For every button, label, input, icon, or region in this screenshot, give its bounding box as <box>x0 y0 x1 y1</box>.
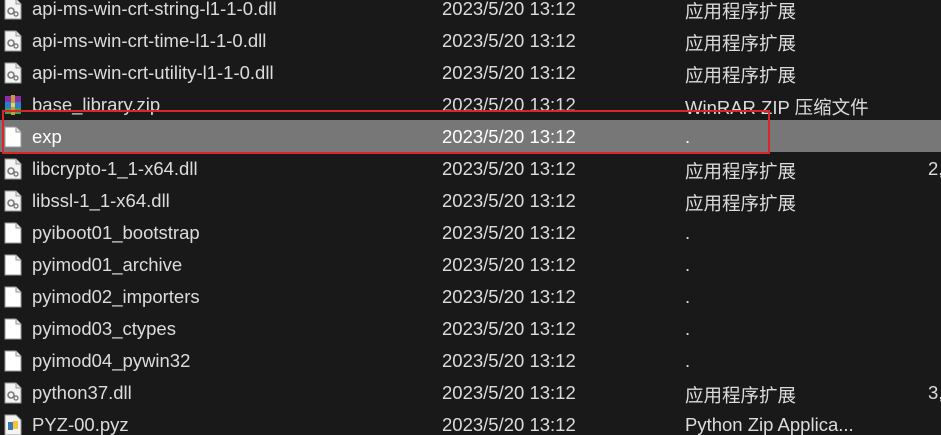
file-row[interactable]: api-ms-win-crt-utility-l1-1-0.dll 2023/5… <box>0 56 941 88</box>
file-row[interactable]: pyiboot01_bootstrap 2023/5/20 13:12 . <box>0 216 941 248</box>
dll-file-icon <box>4 0 22 20</box>
python-file-icon <box>4 414 22 435</box>
blank-file-icon <box>4 286 22 308</box>
file-type: . <box>685 254 691 275</box>
dll-file-icon <box>4 190 22 212</box>
file-name: exp <box>32 126 62 147</box>
file-date: 2023/5/20 13:12 <box>442 254 576 275</box>
file-type: 应用程序扩展 <box>685 193 797 214</box>
file-name: api-ms-win-crt-time-l1-1-0.dll <box>32 30 267 51</box>
file-name: libssl-1_1-x64.dll <box>32 190 170 211</box>
file-row[interactable]: PYZ-00.pyz 2023/5/20 13:12 Python Zip Ap… <box>0 408 941 435</box>
file-row[interactable]: base_library.zip 2023/5/20 13:12 WinRAR … <box>0 88 941 120</box>
file-date: 2023/5/20 13:12 <box>442 222 576 243</box>
blank-file-icon <box>4 126 22 148</box>
blank-file-icon <box>4 222 22 244</box>
file-row[interactable]: api-ms-win-crt-string-l1-1-0.dll 2023/5/… <box>0 0 941 24</box>
file-type: 应用程序扩展 <box>685 161 797 182</box>
blank-file-icon <box>4 350 22 372</box>
file-name: api-ms-win-crt-string-l1-1-0.dll <box>32 0 277 19</box>
file-row[interactable]: libssl-1_1-x64.dll 2023/5/20 13:12 应用程序扩… <box>0 184 941 216</box>
winrar-archive-icon <box>5 95 21 115</box>
file-name: python37.dll <box>32 382 132 403</box>
file-date: 2023/5/20 13:12 <box>442 126 576 147</box>
file-type: . <box>685 286 691 307</box>
file-date: 2023/5/20 13:12 <box>442 30 576 51</box>
file-type: . <box>685 318 691 339</box>
file-type: . <box>685 126 691 147</box>
blank-file-icon <box>4 254 22 276</box>
file-row[interactable]: api-ms-win-crt-time-l1-1-0.dll 2023/5/20… <box>0 24 941 56</box>
file-type: 应用程序扩展 <box>685 1 797 22</box>
file-row-selected[interactable]: exp 2023/5/20 13:12 . <box>0 120 941 152</box>
file-row[interactable]: pyimod01_archive 2023/5/20 13:12 . <box>0 248 941 280</box>
file-name: base_library.zip <box>32 94 161 115</box>
file-date: 2023/5/20 13:12 <box>442 190 576 211</box>
dll-file-icon <box>4 158 22 180</box>
file-name: pyimod03_ctypes <box>32 318 176 339</box>
file-size: 2, <box>928 158 941 179</box>
dll-file-icon <box>4 62 22 84</box>
file-name: libcrypto-1_1-x64.dll <box>32 158 198 179</box>
file-type: WinRAR ZIP 压缩文件 <box>685 97 869 118</box>
file-row[interactable]: libcrypto-1_1-x64.dll 2023/5/20 13:12 应用… <box>0 152 941 184</box>
file-type: Python Zip Applica... <box>685 414 854 435</box>
file-date: 2023/5/20 13:12 <box>442 382 576 403</box>
file-type: 应用程序扩展 <box>685 33 797 54</box>
file-date: 2023/5/20 13:12 <box>442 414 576 435</box>
file-name: pyiboot01_bootstrap <box>32 222 200 243</box>
file-date: 2023/5/20 13:12 <box>442 286 576 307</box>
dll-file-icon <box>4 382 22 404</box>
file-row[interactable]: pyimod04_pywin32 2023/5/20 13:12 . <box>0 344 941 376</box>
file-rows: api-ms-win-crt-string-l1-1-0.dll 2023/5/… <box>0 0 941 435</box>
file-name: pyimod04_pywin32 <box>32 350 191 371</box>
file-row[interactable]: pyimod02_importers 2023/5/20 13:12 . <box>0 280 941 312</box>
file-row[interactable]: python37.dll 2023/5/20 13:12 应用程序扩展 3, <box>0 376 941 408</box>
file-name: api-ms-win-crt-utility-l1-1-0.dll <box>32 62 274 83</box>
file-name: pyimod02_importers <box>32 286 200 307</box>
file-name: pyimod01_archive <box>32 254 183 275</box>
file-date: 2023/5/20 13:12 <box>442 0 576 19</box>
file-list: api-ms-win-crt-string-l1-1-0.dll 2023/5/… <box>0 0 941 435</box>
file-date: 2023/5/20 13:12 <box>442 158 576 179</box>
file-size: 3, <box>928 382 941 403</box>
file-type: . <box>685 222 691 243</box>
file-name: PYZ-00.pyz <box>32 414 129 435</box>
file-date: 2023/5/20 13:12 <box>442 318 576 339</box>
file-date: 2023/5/20 13:12 <box>442 350 576 371</box>
blank-file-icon <box>4 318 22 340</box>
file-date: 2023/5/20 13:12 <box>442 62 576 83</box>
dll-file-icon <box>4 30 22 52</box>
file-type: 应用程序扩展 <box>685 65 797 86</box>
file-type: . <box>685 350 691 371</box>
file-row[interactable]: pyimod03_ctypes 2023/5/20 13:12 . <box>0 312 941 344</box>
file-date: 2023/5/20 13:12 <box>442 94 576 115</box>
file-type: 应用程序扩展 <box>685 385 797 406</box>
